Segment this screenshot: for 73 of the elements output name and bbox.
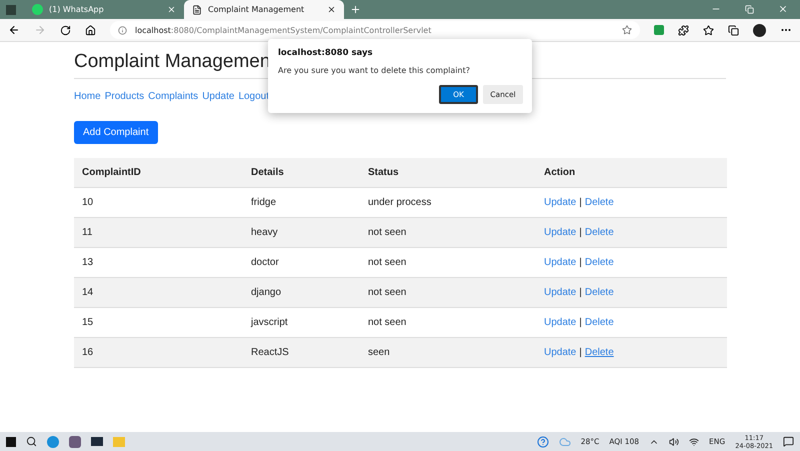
delete-link[interactable]: Delete bbox=[584, 317, 614, 328]
table-cell-text: 15 bbox=[82, 317, 94, 328]
separator: | bbox=[579, 257, 582, 268]
table-cell-text: javscript bbox=[251, 317, 289, 328]
nav-link[interactable]: Products bbox=[104, 91, 144, 102]
collections-icon[interactable] bbox=[728, 24, 739, 36]
table-cell-text: heavy bbox=[251, 227, 279, 238]
column-header: Status bbox=[368, 167, 400, 178]
profile-avatar[interactable] bbox=[753, 24, 766, 36]
update-link[interactable]: Update bbox=[544, 197, 576, 208]
table-cell-text: ReactJS bbox=[251, 347, 290, 358]
table-cell-text: seen bbox=[368, 347, 391, 358]
table-cell-text: not seen bbox=[368, 257, 408, 268]
delete-link[interactable]: Delete bbox=[584, 347, 614, 358]
delete-link[interactable]: Delete bbox=[584, 227, 614, 238]
table-cell-text: doctor bbox=[251, 257, 280, 268]
update-link[interactable]: Update bbox=[544, 257, 576, 268]
page-title: Complaint Managemen bbox=[74, 50, 270, 74]
separator: | bbox=[579, 287, 582, 298]
separator: | bbox=[579, 317, 582, 328]
table-cell-text: not seen bbox=[368, 287, 408, 298]
new-tab-icon[interactable] bbox=[350, 4, 361, 15]
separator: | bbox=[579, 347, 582, 358]
volume-icon[interactable] bbox=[669, 436, 680, 446]
table-cell-text: under process bbox=[368, 197, 432, 208]
home-icon[interactable] bbox=[85, 24, 96, 36]
table-cell-text: fridge bbox=[251, 197, 278, 208]
column-header: Action bbox=[544, 167, 576, 178]
nav-link[interactable]: Update bbox=[202, 91, 234, 102]
help-icon[interactable] bbox=[536, 436, 549, 448]
wifi-icon[interactable] bbox=[689, 436, 700, 446]
nav-link[interactable]: Home bbox=[74, 91, 101, 102]
favorites-icon[interactable] bbox=[703, 24, 714, 36]
page-icon bbox=[192, 4, 202, 14]
search-icon[interactable] bbox=[26, 436, 37, 447]
table-cell-text: 11 bbox=[82, 227, 94, 238]
separator: | bbox=[579, 197, 582, 208]
table-cell-text: 14 bbox=[82, 287, 94, 298]
browser-tab[interactable]: (1) WhatsApp bbox=[24, 0, 184, 19]
table-cell-text: django bbox=[251, 287, 282, 298]
cloud-icon bbox=[558, 436, 571, 448]
info-icon[interactable] bbox=[118, 26, 127, 34]
address-field[interactable]: localhost:8080/ComplaintManagementSystem/ComplaintControllerServlet bbox=[110, 21, 640, 39]
separator: | bbox=[579, 227, 582, 238]
update-link[interactable]: Update bbox=[544, 317, 576, 328]
browser-tab[interactable]: Complaint Management bbox=[184, 0, 344, 19]
delete-link[interactable]: Delete bbox=[584, 287, 614, 298]
column-header: Details bbox=[251, 167, 285, 178]
update-link[interactable]: Update bbox=[544, 347, 576, 358]
table-cell-text: not seen bbox=[368, 227, 408, 238]
dialog-message: Are you sure you want to delete this complaint? bbox=[278, 66, 471, 75]
delete-link[interactable]: Delete bbox=[584, 257, 614, 268]
notification-icon[interactable] bbox=[783, 436, 794, 447]
close-icon[interactable] bbox=[327, 5, 336, 14]
table-cell-text: 10 bbox=[82, 197, 94, 208]
favorite-icon[interactable] bbox=[622, 25, 632, 35]
column-header: ComplaintID bbox=[82, 167, 142, 178]
add-complaint-button[interactable]: Add Complaint bbox=[74, 121, 158, 144]
update-link[interactable]: Update bbox=[544, 287, 576, 298]
nav-link[interactable]: Logout bbox=[238, 91, 270, 102]
reload-icon[interactable] bbox=[60, 24, 71, 36]
chat-app-icon bbox=[32, 4, 43, 15]
table-cell-text: not seen bbox=[368, 317, 408, 328]
delete-link[interactable]: Delete bbox=[584, 197, 614, 208]
update-link[interactable]: Update bbox=[544, 227, 576, 238]
table-cell-text: 13 bbox=[82, 257, 94, 268]
puzzle-icon[interactable] bbox=[678, 24, 689, 36]
dialog-title: localhost:8080 says bbox=[278, 48, 374, 58]
browser-icon[interactable] bbox=[47, 436, 59, 448]
nav-link[interactable]: Complaints bbox=[148, 91, 198, 102]
back-icon[interactable] bbox=[8, 24, 20, 36]
table-cell-text: 16 bbox=[82, 347, 94, 358]
restore-icon[interactable] bbox=[745, 5, 754, 14]
